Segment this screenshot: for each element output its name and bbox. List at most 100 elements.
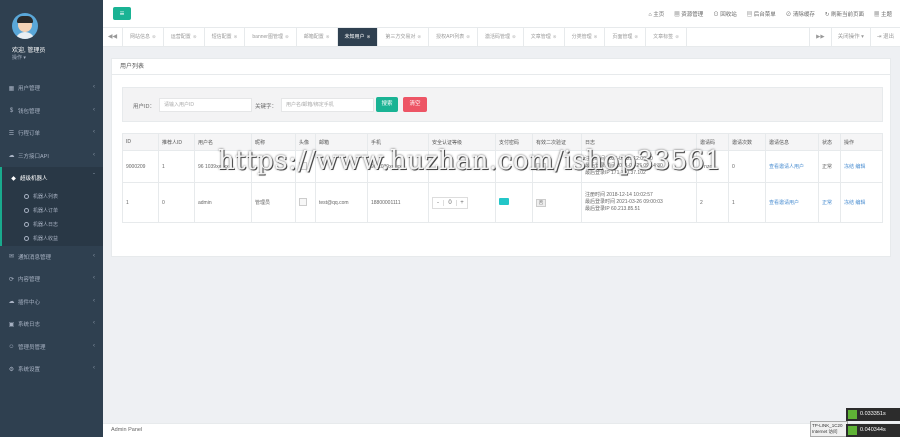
sidebar-item-wallet[interactable]: $ 钱包管理 ‹ <box>0 100 103 123</box>
welcome-text: 欢迎, 管理员 <box>12 48 46 54</box>
tab-ops-config[interactable]: 运营配置 ⊗ <box>164 28 205 46</box>
tab-categories[interactable]: 分类管理 ⊗ <box>565 28 606 46</box>
col-header[interactable]: 邀请次数 <box>728 133 766 151</box>
cell-username: admin <box>194 182 252 223</box>
sidebar-item-label: 通知消息管理 <box>18 254 52 261</box>
clear-cache-link[interactable]: ⊘ 清除缓存 <box>786 10 815 18</box>
sidebar-item-plugins[interactable]: ☁ 插件中心 ‹ <box>0 291 103 314</box>
close-icon[interactable]: ⊗ <box>367 34 371 39</box>
uid-input[interactable]: 请输入用户ID <box>159 98 252 112</box>
col-header[interactable]: 状态 <box>818 133 841 151</box>
close-icon[interactable]: ⊗ <box>285 34 289 39</box>
role-dropdown[interactable]: 操作 ▾ <box>12 54 26 61</box>
logout-button[interactable]: ⇥ 退出 <box>869 28 900 46</box>
tab-prev-button[interactable]: ◀◀ <box>103 28 123 46</box>
submenu-item-robot-orders[interactable]: 机器人订单 <box>2 204 103 218</box>
sidebar-item-content[interactable]: ⟳ 内容管理 ‹ <box>0 268 103 291</box>
sidebar-item-settings[interactable]: ⚙ 系统设置 ‹ <box>0 358 103 381</box>
refresh-icon: ⟳ <box>8 276 15 283</box>
close-icon[interactable]: ⊗ <box>234 34 238 39</box>
close-icon[interactable]: ⊗ <box>466 34 470 39</box>
row-actions[interactable]: 冻结 编辑 <box>840 150 883 183</box>
submenu-item-robot-logs[interactable]: 机器人日志 <box>2 218 103 232</box>
backend-menu-link[interactable]: ▤ 后台菜单 <box>747 10 776 18</box>
circle-icon <box>24 208 29 213</box>
menu-toggle-button[interactable]: ≡ <box>113 7 131 20</box>
network-tray: TP-LINK_1C20 Internet 访问 <box>810 421 848 437</box>
tab-activation[interactable]: 激活码管理 ⊗ <box>478 28 524 46</box>
sidebar-item-admins[interactable]: ☺ 管理员管理 ‹ <box>0 336 103 359</box>
view-inviter-link[interactable]: 查看邀请人用户 <box>765 150 819 183</box>
cell-invites: 0 <box>728 150 766 183</box>
chevron-left-icon: ‹ <box>93 106 95 113</box>
sidebar-item-label: 内容管理 <box>18 277 41 284</box>
recycle-link[interactable]: ⊙ 回收站 <box>713 10 737 18</box>
col-header[interactable]: 邀请信息 <box>765 133 819 151</box>
timing-value: 0.040344s <box>860 427 886 433</box>
col-header[interactable]: ID <box>122 133 159 151</box>
level-stepper[interactable]: -0 + <box>432 196 468 209</box>
2fa-checkbox[interactable]: 否 <box>536 198 546 207</box>
tab-label: 分类管理 <box>571 34 592 40</box>
plus-icon[interactable]: + <box>457 200 467 206</box>
resource-link[interactable]: ▦ 资源管理 <box>674 10 703 18</box>
close-icon[interactable]: ⊗ <box>594 34 598 39</box>
footer: Admin Panel <box>103 423 900 437</box>
home-link[interactable]: ⌂ 主页 <box>648 10 664 18</box>
tab-pages[interactable]: 页面管理 ⊗ <box>605 28 647 46</box>
tab-site-info[interactable]: 网站信息 ⊗ <box>123 28 164 46</box>
tab-users[interactable]: 未知用户 ⊗ <box>337 28 379 46</box>
close-icon[interactable]: ⊗ <box>675 34 679 39</box>
close-icon[interactable]: ⊗ <box>193 34 197 39</box>
close-operations-dropdown[interactable]: 关闭操作 ▾ <box>830 28 870 46</box>
close-icon[interactable]: ⊗ <box>634 34 638 39</box>
cell-status: 正常 <box>818 182 841 223</box>
keyword-input[interactable]: 用户名/邮箱/绑定手机 <box>281 98 374 112</box>
sidebar-item-logs[interactable]: ▣ 系统日志 ‹ <box>0 313 103 336</box>
sidebar-item-api[interactable]: ☁ 三方接口API ‹ <box>0 145 103 168</box>
sidebar-item-users[interactable]: ▦ 用户管理 ‹ <box>0 77 103 100</box>
close-icon[interactable]: ⊗ <box>152 34 156 39</box>
submenu-item-robot-income[interactable]: 机器人收益 <box>2 232 103 246</box>
sidebar-item-notices[interactable]: ✉ 通知消息管理 ‹ <box>0 246 103 269</box>
tab-articles[interactable]: 文章管理 ⊗ <box>524 28 565 46</box>
avatar[interactable] <box>12 13 38 39</box>
paypass-toggle[interactable] <box>499 198 509 205</box>
tab-label: 文章标签 <box>653 34 674 40</box>
chevron-left-icon: ‹ <box>93 129 95 135</box>
tab-article-tags[interactable]: 文章标签 ⊗ <box>646 28 687 46</box>
user-icon: ☺ <box>8 343 15 350</box>
cell-2fa: 否 <box>532 182 582 223</box>
tab-email-config[interactable]: 邮箱配置 ⊗ <box>297 28 338 46</box>
col-header[interactable]: 推荐人ID <box>158 133 195 151</box>
tab-label: 短信配置 <box>211 34 232 40</box>
reset-button[interactable]: 清空 <box>403 97 427 112</box>
cell-avatar <box>295 182 316 223</box>
circle-icon <box>24 222 29 227</box>
circle-icon <box>24 236 29 241</box>
refresh-page-link[interactable]: ↻ 刷新当前页面 <box>825 10 864 18</box>
cell-level: -0 + <box>428 182 496 223</box>
view-invited-link[interactable]: 查看邀请用户 <box>765 182 819 223</box>
sidebar-item-robot[interactable]: ◆ 超级机器人 ˇ <box>0 167 103 190</box>
submenu-item-robot-list[interactable]: 机器人列表 <box>2 190 103 204</box>
close-icon[interactable]: ⊗ <box>417 34 421 39</box>
sidebar-item-orders[interactable]: ☰ 行程订单 ‹ <box>0 122 103 145</box>
tab-api-list[interactable]: 授权API列表 ⊗ <box>429 28 478 46</box>
minus-icon[interactable]: - <box>433 200 443 206</box>
search-button[interactable]: 搜索 <box>376 97 398 112</box>
close-icon[interactable]: ⊗ <box>512 34 516 39</box>
tab-next-button[interactable]: ▶▶ <box>809 28 830 46</box>
col-header[interactable]: 操作 <box>840 133 883 151</box>
watermark: https://www.huzhan.com/ishop33561 <box>218 146 722 176</box>
tab-banner[interactable]: banner图管理 ⊗ <box>245 28 297 46</box>
row-actions[interactable]: 冻结 编辑 <box>840 182 883 223</box>
theme-link[interactable]: ▦ 主题 <box>874 10 892 18</box>
cell-id: 1 <box>122 182 159 223</box>
close-icon[interactable]: ⊗ <box>326 34 330 39</box>
submenu-label: 机器人订单 <box>33 208 59 214</box>
tab-sms-config[interactable]: 短信配置 ⊗ <box>205 28 246 46</box>
tab-third-party[interactable]: 第三方交易对 ⊗ <box>378 28 430 46</box>
close-icon[interactable]: ⊗ <box>553 34 557 39</box>
level-value[interactable]: 0 <box>443 199 457 206</box>
